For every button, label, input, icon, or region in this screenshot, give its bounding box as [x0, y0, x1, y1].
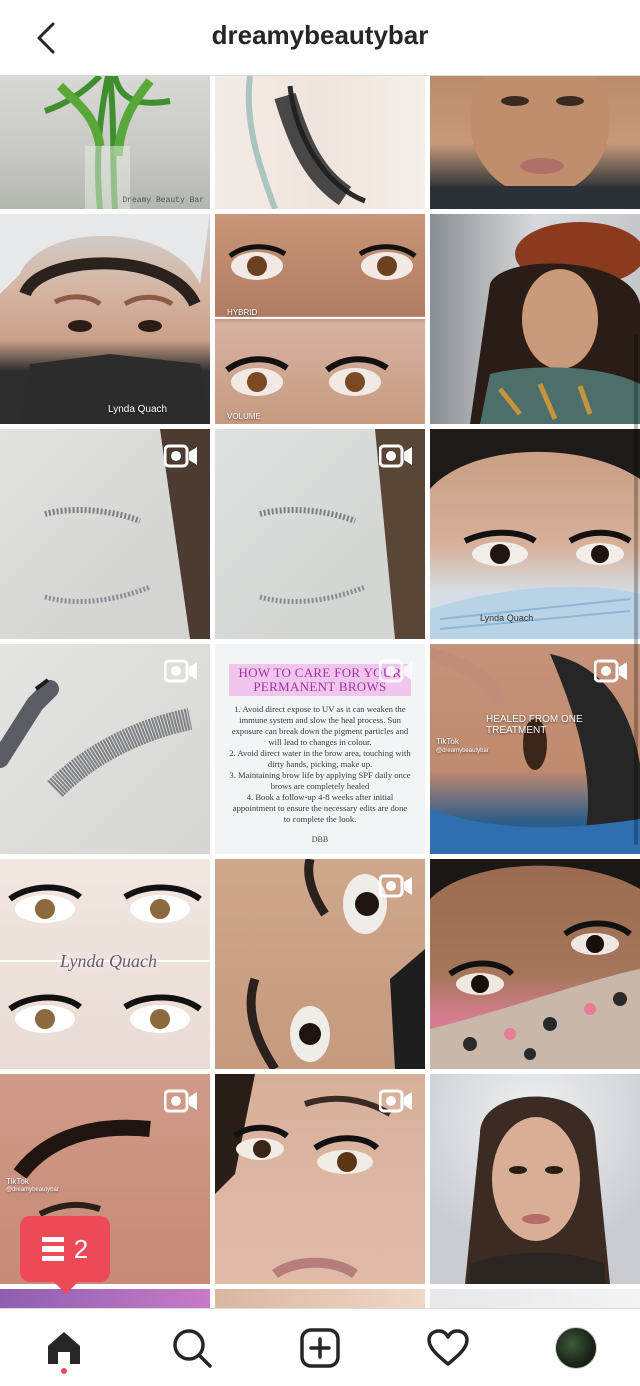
lash-closeup-image — [245, 76, 366, 209]
beret-portrait-image — [470, 222, 640, 424]
video-icon — [594, 659, 627, 683]
text-post-body: 1. Avoid direct expose to UV as it can w… — [229, 704, 411, 825]
post-caption: Dreamy Beauty Bar — [122, 196, 204, 205]
activity-list-icon — [41, 1237, 64, 1261]
post-tile[interactable] — [430, 76, 640, 209]
tiktok-handle: @dreamybeautybar — [6, 1187, 59, 1193]
post-caption: Lynda Quach — [60, 951, 157, 971]
new-post-icon — [300, 1327, 340, 1368]
nav-search[interactable] — [160, 1316, 224, 1380]
tiktok-label: TikTok — [436, 737, 459, 746]
leopard-mask-portrait-image — [430, 859, 640, 1069]
post-tile[interactable]: Lynda Quach — [430, 429, 640, 639]
post-caption: Lynda Quach — [108, 404, 168, 415]
video-icon — [379, 1089, 412, 1113]
video-icon — [379, 874, 412, 898]
notification-count: 2 — [73, 1233, 89, 1264]
nav-home[interactable] — [32, 1316, 96, 1380]
post-tile[interactable]: HEALED FROM ONE TREATMENT TikTok @dreamy… — [430, 644, 640, 854]
home-icon — [48, 1331, 80, 1364]
post-tile[interactable]: HYBRID VOLUME — [215, 214, 425, 424]
video-icon — [164, 659, 197, 683]
masked-portrait-image — [0, 214, 210, 424]
portrait-image — [465, 1096, 610, 1284]
nav-activity[interactable] — [416, 1316, 480, 1380]
post-tile[interactable]: Dreamy Beauty Bar — [0, 76, 210, 209]
post-tile[interactable] — [430, 1074, 640, 1284]
post-tile[interactable] — [215, 1074, 425, 1284]
search-icon — [173, 1328, 212, 1368]
posts-grid: Dreamy Beauty Bar Lynda Quach HYBRID VOL… — [0, 76, 640, 1311]
video-icon — [164, 1089, 197, 1113]
post-caption: HEALED FROM ONE TREATMENT — [486, 714, 583, 736]
text-post-line: 4. Book a follow-up 4-8 weeks after init… — [232, 792, 408, 824]
nav-profile[interactable] — [544, 1316, 608, 1380]
active-indicator-dot — [61, 1367, 67, 1374]
post-tile[interactable]: Lynda Quach — [0, 214, 210, 424]
post-tile[interactable] — [0, 644, 210, 854]
post-tile[interactable]: Lynda Quach — [0, 859, 210, 1069]
post-tile[interactable] — [215, 859, 425, 1069]
video-icon — [164, 444, 197, 468]
post-tile[interactable] — [215, 76, 425, 209]
post-tile[interactable]: HOW TO CARE FOR YOUR PERMANENT BROWS 1. … — [215, 644, 425, 854]
page-title: dreamybeautybar — [211, 20, 429, 50]
post-tile[interactable] — [430, 214, 640, 424]
tiktok-label: TikTok — [6, 1177, 29, 1186]
video-icon — [379, 444, 412, 468]
post-caption: VOLUME — [227, 412, 261, 421]
portrait-image — [430, 76, 640, 209]
post-tile[interactable] — [430, 859, 640, 1069]
tiktok-handle: @dreamybeautybar — [436, 748, 489, 754]
text-post-line: 2. Avoid direct water in the brow area, … — [229, 748, 411, 769]
post-tile[interactable] — [0, 429, 210, 639]
nav-new-post[interactable] — [288, 1316, 352, 1380]
bottom-nav — [0, 1308, 640, 1386]
profile-avatar — [555, 1326, 597, 1369]
text-post-line: 1. Avoid direct expose to UV as it can w… — [231, 704, 409, 747]
post-caption: HYBRID — [227, 308, 258, 317]
profile-header: dreamybeautybar — [0, 0, 640, 76]
post-caption: Lynda Quach — [480, 613, 534, 623]
post-tile[interactable] — [215, 429, 425, 639]
tulip-image — [44, 76, 171, 209]
text-post-line: 3. Maintaining brow life by applying SPF… — [229, 770, 411, 791]
activity-notification-bubble[interactable]: 2 — [20, 1216, 110, 1294]
lash-portrait-image — [430, 429, 640, 639]
heart-icon — [427, 1328, 469, 1366]
video-icon — [379, 659, 412, 683]
app-root: dreamybeautybar Dreamy Beauty Bar Lynda … — [0, 0, 640, 1386]
text-post-signature: DBB — [311, 835, 329, 844]
hybrid-volume-comparison-image — [215, 244, 425, 396]
scrollbar[interactable] — [634, 335, 638, 845]
